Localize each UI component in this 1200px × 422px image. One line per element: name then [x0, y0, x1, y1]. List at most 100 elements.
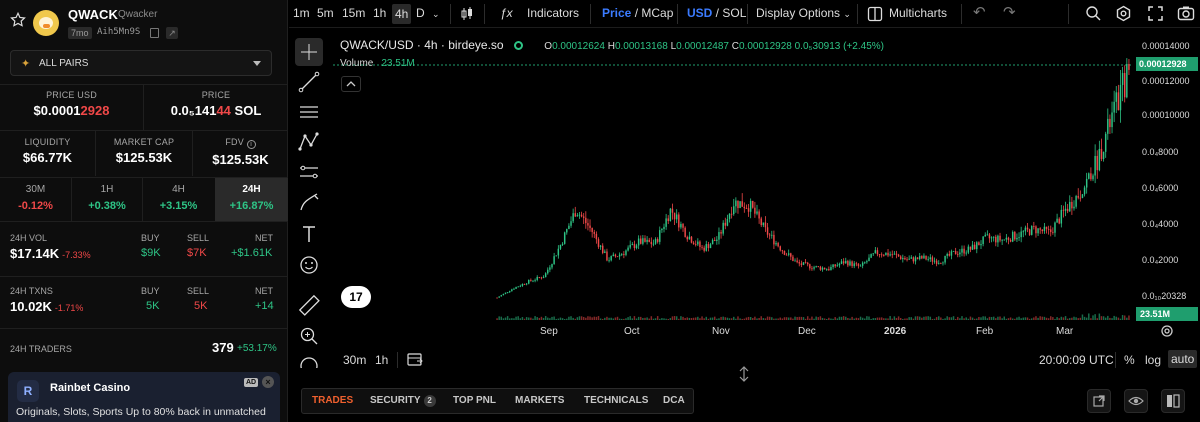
range-30m[interactable]: 30m: [343, 353, 366, 367]
candlestick-chart[interactable]: [333, 34, 1200, 348]
volume-bar: [555, 318, 557, 320]
volume-bar: [802, 317, 805, 320]
volume-bar: [783, 317, 786, 320]
indicators-button[interactable]: Indicators: [527, 6, 579, 20]
resize-handle-icon[interactable]: [738, 366, 750, 382]
range-1h[interactable]: 1h: [375, 353, 388, 367]
volume-bar: [995, 318, 997, 320]
settings-icon[interactable]: [1115, 5, 1132, 22]
price-mcap-toggle[interactable]: Price / MCap: [602, 6, 673, 20]
screenshot-icon[interactable]: [1177, 5, 1195, 22]
auto-scale-toggle[interactable]: auto: [1168, 350, 1198, 368]
interval-1h[interactable]: 1h: [373, 6, 386, 20]
interval-d[interactable]: D: [416, 6, 425, 20]
eye-button[interactable]: [1124, 389, 1148, 413]
volume-bar: [568, 316, 570, 320]
interval-15m[interactable]: 15m: [342, 6, 365, 20]
volume-bar: [680, 316, 682, 320]
interval-4h[interactable]: 4h: [392, 4, 412, 24]
volume-bar: [608, 317, 610, 320]
candle-body: [741, 201, 743, 207]
utc-clock[interactable]: 20:00:09 UTC: [1039, 353, 1114, 367]
zoom-in-tool[interactable]: [295, 322, 323, 350]
volume-bar: [781, 318, 784, 320]
tab-markets[interactable]: MARKETS: [515, 395, 564, 406]
horizontal-lines-tool[interactable]: [295, 98, 323, 126]
volume-bar: [694, 317, 697, 320]
volume-bar: [665, 318, 667, 320]
multicharts-button[interactable]: Multicharts: [889, 6, 947, 20]
volume-bar: [561, 318, 564, 320]
axis-settings-icon[interactable]: [1160, 324, 1174, 338]
external-link-icon[interactable]: ↗: [166, 27, 178, 39]
candle-body: [800, 263, 803, 265]
crosshair-tool[interactable]: [295, 38, 323, 66]
emoji-tool[interactable]: [295, 251, 323, 279]
volume-bar: [612, 318, 615, 320]
undo-icon[interactable]: ↶: [973, 3, 986, 21]
candle-body: [585, 217, 587, 224]
all-pairs-dropdown[interactable]: ✦ ALL PAIRS: [10, 50, 272, 76]
candle-body: [1092, 175, 1094, 180]
candle-body: [1054, 222, 1056, 233]
info-icon[interactable]: i: [246, 140, 256, 149]
token-avatar: [33, 10, 59, 36]
log-scale-toggle[interactable]: log: [1145, 353, 1161, 367]
text-tool[interactable]: [295, 220, 323, 248]
volume-bar: [855, 317, 858, 320]
date-range-icon[interactable]: [406, 351, 424, 367]
copy-icon[interactable]: [150, 28, 159, 38]
layout-button[interactable]: [1161, 389, 1185, 413]
ruler-tool[interactable]: [295, 291, 323, 319]
price-chart[interactable]: QWACK/USD · 4h · birdeye.so O0.00012624 …: [333, 34, 1200, 348]
volume-bar: [640, 316, 642, 320]
candle-body: [887, 252, 889, 256]
interval-5m[interactable]: 5m: [317, 6, 334, 20]
tradingview-logo[interactable]: 17: [341, 286, 371, 308]
timeframe-24h[interactable]: 24H +16.87%: [215, 178, 288, 221]
candle-body: [925, 255, 927, 260]
timeframe-1h[interactable]: 1H +0.38%: [72, 178, 142, 221]
candle-body: [906, 259, 908, 261]
percent-scale-toggle[interactable]: %: [1124, 353, 1135, 367]
candle-body: [787, 253, 790, 255]
tab-security[interactable]: SECURITY 2: [370, 395, 436, 407]
brush-tool[interactable]: [295, 188, 323, 216]
tab-top-pnl[interactable]: TOP PNL: [453, 395, 496, 406]
interval-1m[interactable]: 1m: [293, 6, 310, 20]
token-name: Qwacker: [118, 9, 158, 20]
tab-trades[interactable]: TRADES: [312, 395, 353, 406]
chevron-down-icon[interactable]: ⌄: [432, 9, 440, 20]
magnet-tool[interactable]: [295, 352, 323, 368]
usd-sol-toggle[interactable]: USD / SOL: [687, 6, 746, 20]
volume-bar: [1079, 317, 1082, 320]
tab-dca[interactable]: DCA: [663, 395, 685, 406]
star-icon[interactable]: [9, 11, 27, 29]
candle-body: [1098, 148, 1101, 171]
candle-body: [775, 243, 777, 245]
fullscreen-icon[interactable]: [1147, 5, 1164, 22]
close-icon[interactable]: ×: [262, 376, 274, 388]
display-options-button[interactable]: Display Options ⌄: [756, 6, 851, 20]
candles-icon[interactable]: [459, 6, 475, 22]
volume-bar: [1117, 317, 1120, 320]
candle-body: [1119, 84, 1122, 111]
timeframe-4h[interactable]: 4H +3.15%: [143, 178, 214, 221]
multicharts-icon[interactable]: [867, 6, 883, 22]
collapse-legend-button[interactable]: [341, 76, 361, 92]
popout-button[interactable]: [1087, 389, 1111, 413]
tab-technicals[interactable]: TECHNICALS: [584, 395, 648, 406]
indicators-icon[interactable]: ƒx: [500, 6, 513, 20]
volume-bar: [703, 318, 705, 320]
trend-line-tool[interactable]: [295, 68, 323, 96]
candle-body: [849, 261, 851, 266]
candle-body: [661, 228, 663, 231]
measure-tool[interactable]: [295, 158, 323, 186]
candle-body: [878, 254, 881, 255]
pattern-tool[interactable]: [295, 128, 323, 156]
redo-icon[interactable]: ↷: [1003, 3, 1016, 21]
volume-bar: [709, 317, 712, 320]
timeframe-30m[interactable]: 30M -0.12%: [0, 178, 71, 221]
zoom-icon[interactable]: [1085, 5, 1102, 22]
advertisement-card[interactable]: R Rainbet Casino AD × Originals, Slots, …: [8, 372, 280, 422]
